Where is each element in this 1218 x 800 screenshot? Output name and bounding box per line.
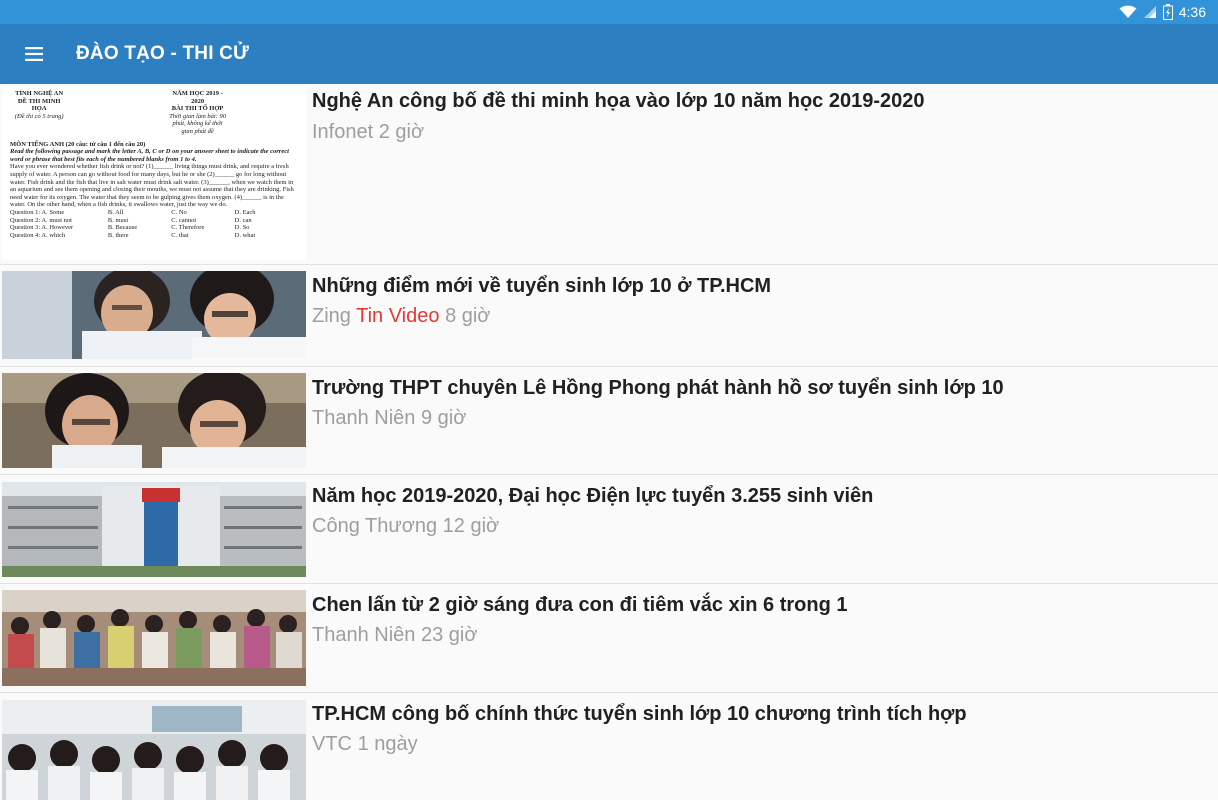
exam-question-row: Question 4: A. which B. there C. that D. wh… [10, 232, 298, 240]
exam-document-image: TỈNH NGHỆ AN ĐỀ THI MINH HỌA (Đề thi có 5 … [2, 86, 306, 260]
article-thumbnail: TỈNH NGHỆ AN ĐỀ THI MINH HỌA (Đề thi có 5 … [2, 86, 306, 260]
exam-option: D. So [234, 224, 250, 232]
article-title[interactable]: TP.HCM công bố chính thức tuyển sinh lớp… [312, 703, 967, 726]
students-photo [2, 373, 306, 468]
article-tag: Tin Video [356, 305, 440, 327]
exam-question-row: Question 3: A. However B. Because C. There… [10, 224, 298, 232]
article-item[interactable]: Những điểm mới về tuyển sinh lớp 10 ở TP… [0, 265, 1218, 367]
article-meta: VTC 1 ngày [312, 733, 418, 756]
article-time: 12 giờ [442, 515, 500, 537]
article-title[interactable]: Nghệ An công bố đề thi minh họa vào lớp … [312, 90, 925, 113]
article-source: Zing [312, 305, 351, 327]
battery-icon [1162, 4, 1173, 20]
article-meta: Infonet 2 giờ [312, 121, 424, 144]
article-item[interactable]: TỈNH NGHỆ AN ĐỀ THI MINH HỌA (Đề thi có 5 … [0, 84, 1218, 265]
article-time: 2 giờ [378, 121, 425, 143]
exam-option: Question 2: A. must not [10, 216, 72, 224]
exam-option: Question 1: A. Some [10, 208, 65, 216]
exam-option: C. Therefore [171, 224, 205, 232]
article-item[interactable]: Năm học 2019-2020, Đại học Điện lực tuyể… [0, 475, 1218, 584]
exam-option: B. Because [107, 224, 138, 232]
article-title[interactable]: Trường THPT chuyên Lê Hồng Phong phát hà… [312, 377, 1004, 400]
article-meta: Công Thương 12 giờ [312, 515, 499, 538]
article-meta: Thanh Niên 23 giờ [312, 624, 477, 647]
exam-option: B. there [107, 231, 129, 239]
exam-option: D. what [234, 231, 256, 239]
article-time: 1 ngày [357, 733, 418, 755]
article-source: Công Thương [312, 515, 438, 537]
cell-signal-icon [1143, 6, 1156, 18]
article-source: Infonet [312, 121, 374, 143]
exam-question-row: Question 1: A. Some B. All C. No D. Each [10, 209, 298, 217]
article-time: 23 giờ [420, 624, 478, 646]
classroom-photo [2, 700, 306, 800]
article-time: 8 giờ [445, 305, 491, 327]
crowd-photo [2, 590, 306, 686]
article-thumbnail [2, 590, 306, 686]
article-title[interactable]: Những điểm mới về tuyển sinh lớp 10 ở TP… [312, 275, 771, 298]
exam-option: C. cannot [171, 216, 197, 224]
article-source: VTC [312, 733, 352, 755]
article-thumbnail [2, 482, 306, 577]
article-meta: Zing Tin Video 8 giờ [312, 305, 490, 328]
article-title[interactable]: Năm học 2019-2020, Đại học Điện lực tuyể… [312, 485, 873, 508]
article-source: Thanh Niên [312, 624, 416, 646]
app-bar: ĐÀO TẠO - THI CỬ [0, 24, 1218, 84]
exam-question-row: Question 2: A. must not B. must C. cannot D… [10, 217, 298, 225]
article-title[interactable]: Chen lấn từ 2 giờ sáng đưa con đi tiêm v… [312, 594, 848, 617]
exam-option: B. All [107, 208, 124, 216]
article-item[interactable]: TP.HCM công bố chính thức tuyển sinh lớp… [0, 693, 1218, 800]
exam-option: B. must [107, 216, 129, 224]
students-photo [2, 271, 306, 359]
article-list[interactable]: TỈNH NGHỆ AN ĐỀ THI MINH HỌA (Đề thi có 5 … [0, 84, 1218, 800]
status-time: 4:36 [1178, 4, 1206, 20]
exam-option: C. No [171, 208, 187, 216]
article-item[interactable]: Trường THPT chuyên Lê Hồng Phong phát hà… [0, 367, 1218, 475]
hamburger-menu-icon [25, 47, 43, 61]
article-thumbnail [2, 373, 306, 468]
exam-option: Question 3: A. However [10, 224, 74, 232]
article-meta: Thanh Niên 9 giờ [312, 407, 466, 430]
menu-button[interactable] [0, 24, 68, 84]
exam-option: D. Each [234, 208, 256, 216]
exam-option: C. that [171, 231, 189, 239]
article-source: Thanh Niên [312, 407, 416, 429]
exam-option: D. can [234, 216, 252, 224]
app-title: ĐÀO TẠO - THI CỬ [76, 43, 250, 64]
exam-option: Question 4: A. which [10, 231, 66, 239]
article-thumbnail [2, 271, 306, 359]
article-time: 9 giờ [420, 407, 467, 429]
article-item[interactable]: Chen lấn từ 2 giờ sáng đưa con đi tiêm v… [0, 584, 1218, 693]
university-building-photo [2, 482, 306, 577]
article-thumbnail [2, 700, 306, 800]
wifi-icon [1119, 5, 1137, 18]
status-bar: 4:36 [0, 0, 1218, 24]
